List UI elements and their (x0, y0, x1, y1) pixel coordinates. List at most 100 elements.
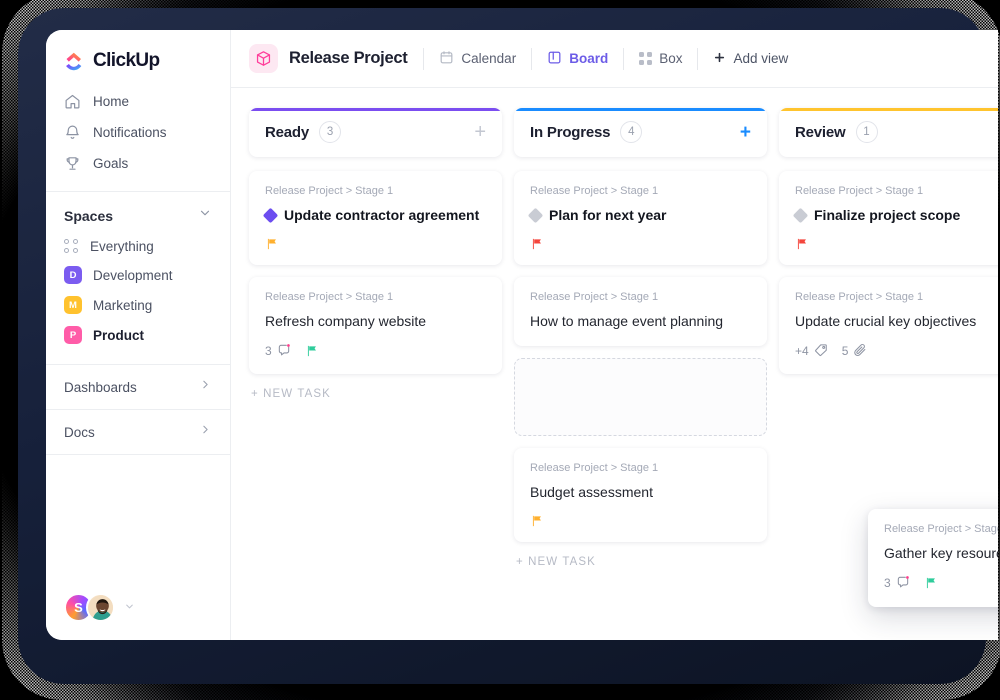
column-accent-bar (779, 108, 998, 111)
avatar[interactable] (86, 593, 115, 622)
spaces-section-header[interactable]: Spaces (46, 192, 230, 233)
drop-placeholder (514, 357, 767, 436)
add-view-button[interactable]: Add view (698, 30, 803, 88)
column-title: Ready (265, 123, 310, 141)
flag-icon[interactable] (530, 514, 544, 528)
task-card[interactable]: Release Project > Stage 1 Budget assessm… (514, 447, 767, 542)
tab-calendar[interactable]: Calendar (424, 30, 531, 88)
page-title: Release Project (289, 49, 408, 67)
flag-icon[interactable] (924, 576, 938, 590)
column-header[interactable]: In Progress 4 + (514, 108, 767, 157)
task-card[interactable]: Release Project > Stage 1 Finalize proje… (779, 171, 998, 265)
spaces-label: Spaces (64, 207, 114, 224)
tab-box[interactable]: Box (624, 30, 697, 88)
task-title: Budget assessment (530, 483, 653, 500)
column-header[interactable]: Review 1 + (779, 108, 998, 157)
paperclip-icon (853, 343, 867, 360)
task-breadcrumb: Release Project > Stage 1 (265, 290, 394, 303)
sidebar-item-dashboards[interactable]: Dashboards (46, 364, 230, 409)
comment-count[interactable]: 3 (884, 575, 910, 592)
flag-icon[interactable] (305, 344, 319, 358)
chevron-right-icon (199, 378, 212, 396)
task-title: Update contractor agreement (284, 207, 480, 223)
home-icon (64, 93, 81, 110)
priority-diamond-icon (262, 207, 279, 224)
sidebar-item-marketing[interactable]: M Marketing (46, 290, 230, 320)
column-accent-bar (514, 108, 767, 111)
tag-count[interactable]: +4 (795, 343, 828, 360)
task-card[interactable]: Release Project > Stage 1 How to manage … (514, 276, 767, 346)
task-breadcrumb: Release Project > Stage 1 (530, 461, 659, 474)
new-task-button[interactable]: + NEW TASK (514, 554, 767, 568)
tab-label: Board (569, 51, 609, 66)
device-frame: ClickUp Home Notifications Goals Spaces … (18, 8, 998, 684)
task-breadcrumb: Release Project > Stage 1 (795, 290, 924, 303)
priority-diamond-icon (527, 207, 544, 224)
task-title: Refresh company website (265, 312, 427, 329)
new-task-button[interactable]: + NEW TASK (249, 386, 502, 400)
sidebar-item-everything[interactable]: Everything (46, 233, 230, 260)
chevron-down-icon[interactable] (198, 206, 212, 225)
dragged-task-card[interactable]: Release Project > Stage 1 Gather key res… (868, 509, 998, 607)
kanban-board: Ready 3 + Release Project > Stage 1 Upda… (231, 88, 998, 640)
task-title: Plan for next year (549, 207, 667, 223)
sidebar-item-docs[interactable]: Docs (46, 409, 230, 454)
sidebar-item-label: Home (93, 94, 130, 109)
add-task-button[interactable]: + (740, 123, 751, 142)
comment-count-value: 3 (265, 344, 272, 359)
column-count: 4 (620, 121, 643, 143)
clickup-wordmark: ClickUp (93, 50, 160, 71)
comment-count[interactable]: 3 (265, 343, 291, 360)
task-breadcrumb: Release Project > Stage 1 (530, 290, 659, 303)
tag-icon (814, 343, 828, 360)
column-accent-bar (249, 108, 502, 111)
project-title[interactable]: Release Project (249, 44, 423, 73)
task-breadcrumb: Release Project > Stage 1 (530, 185, 659, 197)
task-breadcrumb: Release Project > Stage 1 (884, 523, 998, 535)
task-card[interactable]: Release Project > Stage 1 Plan for next … (514, 171, 767, 265)
space-badge: M (64, 296, 82, 314)
sidebar-item-notifications[interactable]: Notifications (46, 117, 230, 148)
task-title: How to manage event planning (530, 312, 724, 329)
tab-label: Calendar (461, 51, 517, 66)
toolbar: Release Project Calendar Board Box Add v… (231, 30, 998, 88)
flag-icon[interactable] (530, 237, 544, 251)
task-card[interactable]: Release Project > Stage 1 Refresh compan… (249, 276, 502, 374)
add-view-label: Add view (733, 51, 789, 66)
clickup-app-window: ClickUp Home Notifications Goals Spaces … (46, 30, 998, 640)
sidebar-item-development[interactable]: D Development (46, 260, 230, 290)
task-breadcrumb: Release Project > Stage 1 (795, 185, 924, 197)
column-in-progress: In Progress 4 + Release Project > Stage … (514, 108, 767, 640)
flag-icon[interactable] (265, 237, 279, 251)
attachment-count[interactable]: 5 (842, 343, 868, 360)
task-title: Gather key resources (884, 545, 998, 561)
tab-board[interactable]: Board (532, 30, 623, 88)
sidebar-item-label: Goals (93, 156, 129, 171)
comment-icon (896, 575, 910, 592)
flag-icon[interactable] (795, 237, 809, 251)
main-area: Release Project Calendar Board Box Add v… (231, 30, 998, 640)
sidebar-item-product[interactable]: P Product (46, 320, 230, 350)
task-card[interactable]: Release Project > Stage 1 Update crucial… (779, 276, 998, 374)
chevron-down-icon[interactable] (124, 599, 135, 617)
board-icon (547, 50, 562, 68)
box-grid-icon (639, 52, 653, 65)
comment-count-value: 3 (884, 576, 891, 591)
sidebar-item-label: Dashboards (64, 379, 137, 395)
cube-icon (249, 44, 278, 73)
calendar-icon (439, 50, 454, 68)
clickup-logo[interactable]: ClickUp (46, 30, 230, 86)
column-count: 3 (319, 121, 342, 143)
attachment-count-value: 5 (841, 344, 849, 359)
add-task-button[interactable]: + (474, 122, 486, 142)
space-label: Marketing (93, 297, 153, 313)
task-card[interactable]: Release Project > Stage 1 Update contrac… (249, 171, 502, 265)
space-badge: P (64, 326, 82, 344)
space-label: Development (93, 267, 173, 283)
column-header[interactable]: Ready 3 + (249, 108, 502, 157)
column-ready: Ready 3 + Release Project > Stage 1 Upda… (249, 108, 502, 640)
trophy-icon (64, 155, 81, 172)
sidebar-item-goals[interactable]: Goals (46, 148, 230, 179)
sidebar-user-avatars[interactable]: S (46, 593, 230, 640)
sidebar-item-home[interactable]: Home (46, 86, 230, 117)
